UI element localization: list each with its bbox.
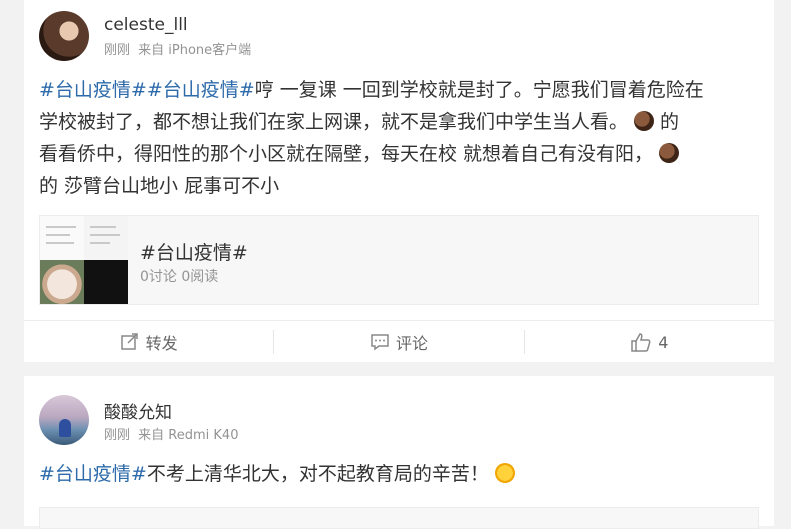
hashtag-link[interactable]: #台山疫情# [147,79,255,101]
avatar-figure [59,419,71,437]
topic-stats: 0讨论 0阅读 [140,269,219,285]
topic-card[interactable] [39,507,759,529]
thumbnail-tile [84,216,128,260]
like-count: 4 [658,332,669,352]
avatar[interactable] [39,11,89,61]
hashtag-link[interactable]: #台山疫情# [39,79,147,101]
post-text-line: 的 莎臂台山地小 屁事可不小 [39,175,280,197]
post-text-line: 不考上清华北大，对不起教育局的辛苦！ [146,463,489,485]
horse-emoji-icon [659,143,680,163]
thumbnail-line [46,242,74,244]
repost-icon [120,332,140,352]
face-emoji-icon [494,463,515,483]
horse-emoji-icon [634,111,655,131]
post-card: celeste_lll 刚刚 来自 iPhone客户端 #台山疫情##台山疫情#… [24,0,774,362]
thumbnail-line [46,226,76,228]
avatar[interactable] [39,395,89,445]
topic-card[interactable]: #台山疫情# 0讨论 0阅读 [39,215,759,305]
comment-icon [370,332,390,352]
post-text: #台山疫情##台山疫情#哼 一复课 一回到学校就是封了。宁愿我们冒着危险在 学校… [39,74,759,202]
post-username[interactable]: celeste_lll [104,15,188,35]
post-actions: 转发 评论 4 [24,320,774,363]
thumbnail-line [90,242,110,244]
post-meta: 刚刚 来自 Redmi K40 [104,424,242,443]
topic-title[interactable]: #台山疫情# [140,238,248,265]
thumbnail-cat-image [40,260,84,304]
topic-thumbnail [40,216,128,304]
post-card: 酸酸允知 刚刚 来自 Redmi K40 #台山疫情#不考上清华北大，对不起教育… [24,376,774,529]
post-text: #台山疫情#不考上清华北大，对不起教育局的辛苦！ [39,458,759,490]
post-text-line: 学校被封了，都不想让我们在家上网课，就不是拿我们中学生当人看。 [39,111,629,133]
thumbnail-dark-image [84,260,128,304]
post-time[interactable]: 刚刚 [104,428,130,443]
thumbs-up-icon [630,332,652,352]
hashtag-link[interactable]: #台山疫情# [39,463,147,485]
post-text-fragment: 的 [660,111,680,133]
repost-button[interactable]: 转发 [24,321,273,363]
thumbnail-tile [40,216,84,260]
comment-button[interactable]: 评论 [274,321,523,363]
post-username[interactable]: 酸酸允知 [104,398,172,423]
thumbnail-line [46,234,70,236]
post-text-line: 看看侨中，得阳性的那个小区就在隔壁，每天在校 就想着自己有没有阳， [39,143,654,165]
post-source: 来自 iPhone客户端 [138,43,252,58]
thumbnail-line [90,234,120,236]
like-button[interactable]: 4 [525,321,774,363]
post-source: 来自 Redmi K40 [138,428,239,443]
post-time[interactable]: 刚刚 [104,43,130,58]
comment-label: 评论 [395,334,428,353]
post-text-line: 哼 一复课 一回到学校就是封了。宁愿我们冒着危险在 [254,79,704,101]
thumbnail-line [90,226,116,228]
post-meta: 刚刚 来自 iPhone客户端 [104,39,255,58]
repost-label: 转发 [145,334,178,353]
